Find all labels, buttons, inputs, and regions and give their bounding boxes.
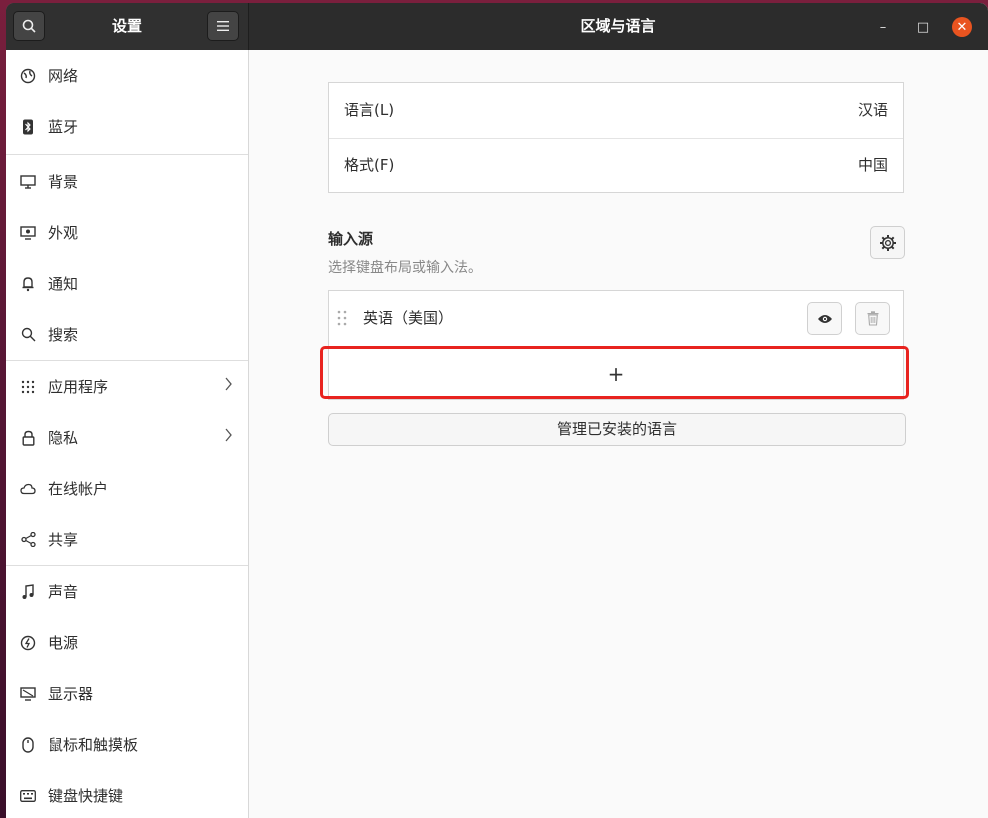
sidebar-item-network[interactable]: 网络 (6, 50, 248, 101)
appearance-icon (20, 225, 36, 241)
network-globe-icon (20, 68, 36, 84)
drag-handle-icon[interactable] (337, 310, 347, 330)
display-icon (20, 686, 36, 702)
settings-window: 设置 区域与语言 – □ ✕ 网络 蓝牙 背景 外观 通知 搜索 应用程序 隐私… (6, 3, 988, 818)
input-source-name: 英语（美国） (363, 309, 454, 327)
search-icon (20, 327, 36, 343)
input-sources-title: 输入源 (328, 230, 374, 248)
manage-languages-button[interactable]: 管理已安装的语言 (328, 413, 906, 446)
eye-icon (817, 314, 832, 323)
trash-icon (867, 311, 878, 326)
sidebar-item-label: 鼠标和触摸板 (48, 736, 139, 754)
input-source-options-button[interactable] (870, 226, 905, 259)
main-content: 语言(L) 汉语 格式(F) 中国 输入源 选择键盘布局或输入法。 英语（美国） (249, 50, 988, 818)
remove-input-source-button[interactable] (855, 302, 890, 335)
sidebar-item-label: 外观 (48, 224, 79, 242)
sidebar-item-label: 应用程序 (48, 378, 109, 396)
sidebar-item-displays[interactable]: 显示器 (6, 668, 248, 719)
header-bar: 设置 区域与语言 – □ ✕ (6, 3, 988, 50)
chevron-right-icon (225, 377, 232, 395)
cloud-icon (20, 481, 36, 497)
minimize-button[interactable]: – (873, 17, 893, 37)
sidebar-item-power[interactable]: 电源 (6, 617, 248, 668)
sidebar-item-label: 网络 (48, 67, 79, 85)
gear-icon (879, 234, 896, 251)
language-value: 汉语 (857, 101, 888, 119)
mouse-icon (20, 736, 36, 753)
background-monitor-icon (20, 174, 36, 190)
sidebar-item-label: 显示器 (48, 685, 94, 703)
maximize-icon: □ (916, 19, 930, 35)
sidebar-item-search[interactable]: 搜索 (6, 309, 248, 360)
input-source-row[interactable]: 英语（美国） (329, 291, 903, 346)
sidebar-item-sound[interactable]: 声音 (6, 566, 248, 617)
sidebar-item-label: 通知 (48, 275, 79, 293)
preview-layout-button[interactable] (807, 302, 842, 335)
close-icon: ✕ (956, 19, 968, 35)
sidebar-item-label: 在线帐户 (48, 480, 109, 498)
maximize-button[interactable]: □ (913, 17, 933, 37)
bell-icon (20, 276, 36, 292)
sidebar-item-label: 隐私 (48, 429, 79, 447)
sidebar-item-privacy[interactable]: 隐私 (6, 412, 248, 463)
chevron-right-icon (225, 428, 232, 446)
hamburger-menu-icon (217, 21, 229, 31)
sidebar-item-online-accounts[interactable]: 在线帐户 (6, 463, 248, 514)
sidebar-item-sharing[interactable]: 共享 (6, 514, 248, 565)
sidebar-item-bluetooth[interactable]: 蓝牙 (6, 101, 248, 152)
sidebar-item-keyboard-shortcuts[interactable]: 键盘快捷键 (6, 770, 248, 818)
music-note-icon (20, 583, 36, 600)
language-label: 语言(L) (344, 101, 395, 119)
sidebar-item-label: 蓝牙 (48, 118, 79, 136)
sidebar-item-notifications[interactable]: 通知 (6, 258, 248, 309)
input-sources-subtitle: 选择键盘布局或输入法。 (328, 260, 482, 276)
sidebar: 网络 蓝牙 背景 外观 通知 搜索 应用程序 隐私 在线帐户 共享 声音 电源 … (6, 50, 249, 818)
sidebar-item-applications[interactable]: 应用程序 (6, 361, 248, 412)
bluetooth-icon (20, 119, 36, 135)
sidebar-item-appearance[interactable]: 外观 (6, 207, 248, 258)
sidebar-item-mouse-touchpad[interactable]: 鼠标和触摸板 (6, 719, 248, 770)
sidebar-item-label: 搜索 (48, 326, 79, 344)
sidebar-item-label: 电源 (48, 634, 79, 652)
region-settings-box: 语言(L) 汉语 格式(F) 中国 (328, 82, 904, 193)
sidebar-item-label: 背景 (48, 173, 79, 191)
highlight-box (320, 346, 909, 399)
sidebar-item-background[interactable]: 背景 (6, 156, 248, 207)
sidebar-item-label: 声音 (48, 583, 79, 601)
lock-icon (20, 430, 36, 446)
sidebar-item-label: 共享 (48, 531, 79, 549)
search-icon (22, 19, 36, 33)
close-button[interactable]: ✕ (952, 17, 972, 37)
sidebar-header: 设置 (6, 3, 249, 50)
share-icon (20, 532, 36, 548)
formats-value: 中国 (857, 156, 888, 174)
apps-grid-icon (20, 379, 36, 395)
formats-row[interactable]: 格式(F) 中国 (329, 138, 903, 193)
search-button[interactable] (13, 11, 45, 41)
keyboard-icon (20, 788, 36, 804)
sidebar-item-label: 键盘快捷键 (48, 787, 124, 805)
sidebar-divider (6, 154, 248, 155)
menu-button[interactable] (207, 11, 239, 41)
minimize-icon: – (879, 19, 887, 35)
power-icon (20, 635, 36, 651)
formats-label: 格式(F) (344, 156, 395, 174)
language-row[interactable]: 语言(L) 汉语 (329, 83, 903, 138)
